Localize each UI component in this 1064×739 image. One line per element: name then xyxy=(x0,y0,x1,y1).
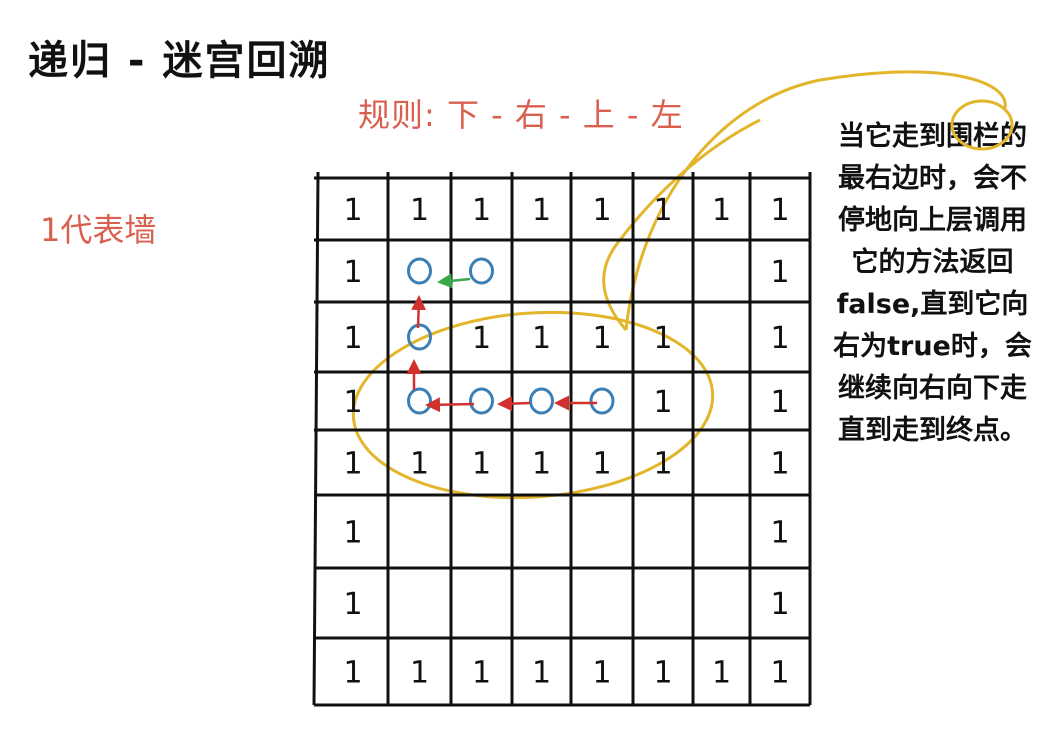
wall-mark: 1 xyxy=(770,447,789,482)
wall-mark: 1 xyxy=(770,193,789,228)
wall-mark: 1 xyxy=(653,385,672,420)
wall-mark: 1 xyxy=(343,255,362,290)
grid-line-vertical xyxy=(312,171,320,706)
path-circle xyxy=(407,387,432,415)
wall-mark: 1 xyxy=(343,193,362,228)
wall-mark: 1 xyxy=(343,447,362,482)
path-circle xyxy=(407,257,432,285)
maze-diagram: 1 1 1 1 1 1 1 1 1 1 1 1 1 1 1 1 1 1 1 1 1 1 1 1 1 1 1 1 1 1 1 1 1 1 1 1 1 1 xyxy=(312,70,1014,707)
wall-mark: 1 xyxy=(472,656,491,691)
path-circle xyxy=(469,387,494,415)
highlight-connector xyxy=(624,70,1007,331)
wall-mark: 1 xyxy=(532,447,551,482)
wall-mark: 1 xyxy=(343,587,362,622)
wall-mark: 1 xyxy=(343,516,362,551)
wall-mark: 1 xyxy=(472,321,491,356)
wall-mark: 1 xyxy=(592,447,611,482)
wall-mark: 1 xyxy=(770,587,789,622)
wall-mark: 1 xyxy=(592,656,611,691)
path-circle xyxy=(529,387,554,415)
maze-grid xyxy=(312,171,812,707)
wall-mark: 1 xyxy=(592,321,611,356)
wall-mark: 1 xyxy=(343,321,362,356)
wall-mark: 1 xyxy=(770,321,789,356)
wall-mark: 1 xyxy=(343,656,362,691)
red-arrow xyxy=(411,295,427,329)
wall-mark: 1 xyxy=(532,321,551,356)
red-arrow xyxy=(497,396,531,412)
wall-mark: 1 xyxy=(410,193,429,228)
wall-mark: 1 xyxy=(712,193,731,228)
wall-mark: 1 xyxy=(410,447,429,482)
wall-mark: 1 xyxy=(653,321,672,356)
path-circle xyxy=(589,387,615,415)
path-circle xyxy=(469,257,494,285)
wall-mark: 1 xyxy=(770,656,789,691)
red-arrow xyxy=(425,397,475,413)
wall-mark: 1 xyxy=(532,193,551,228)
wall-mark: 1 xyxy=(653,193,672,228)
wall-mark: 1 xyxy=(653,447,672,482)
green-arrow xyxy=(437,273,471,289)
wall-mark: 1 xyxy=(472,193,491,228)
wall-mark: 1 xyxy=(592,193,611,228)
wall-mark: 1 xyxy=(770,516,789,551)
wall-mark: 1 xyxy=(712,656,731,691)
highlight-circle xyxy=(950,99,1014,151)
wall-mark: 1 xyxy=(532,656,551,691)
wall-mark: 1 xyxy=(343,385,362,420)
wall-mark: 1 xyxy=(410,656,429,691)
wall-mark: 1 xyxy=(770,255,789,290)
wall-mark: 1 xyxy=(472,447,491,482)
wall-mark: 1 xyxy=(653,656,672,691)
wall-mark: 1 xyxy=(770,385,789,420)
highlight-connector-hook xyxy=(602,118,761,331)
